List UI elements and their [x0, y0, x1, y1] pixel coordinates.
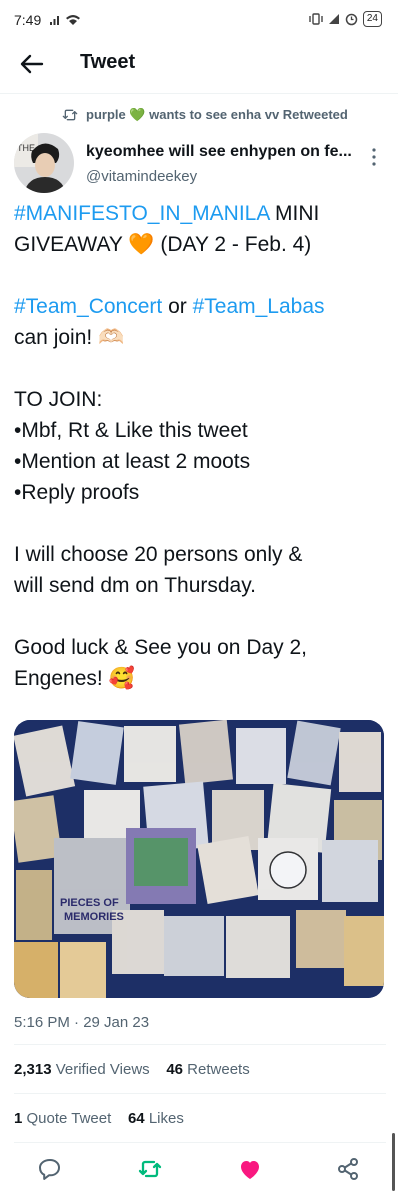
tweet-text-fragment: MINI: [269, 202, 320, 225]
battery-indicator: 24: [362, 11, 382, 27]
status-time: 7:49: [14, 12, 42, 28]
hashtag-link[interactable]: #Team_Concert: [14, 295, 162, 318]
vibrate-icon: [309, 13, 323, 25]
retweet-icon: [62, 109, 78, 121]
stats-views-retweets: 2,313 Verified Views 46 Retweets: [14, 1061, 250, 1078]
tweet-line: #MANIFESTO_IN_MANILA MINI: [14, 198, 386, 229]
signal-icon: [328, 14, 339, 24]
author-display-name[interactable]: kyeomhee will see enhypen on fe...: [86, 143, 358, 161]
tweet-text: #MANIFESTO_IN_MANILA MINI GIVEAWAY 🧡 (DA…: [14, 198, 386, 694]
hashtag-link[interactable]: #MANIFESTO_IN_MANILA: [14, 202, 269, 225]
views-label: Verified Views: [51, 1061, 150, 1078]
quotes-stat[interactable]: 1 Quote Tweet: [14, 1110, 111, 1127]
tweet-media-image[interactable]: PIECES OF MEMORIES: [14, 720, 384, 998]
tweet-text-fragment: or: [162, 295, 193, 318]
retweets-label: Retweets: [183, 1061, 250, 1078]
likes-stat[interactable]: 64 Likes: [128, 1110, 184, 1127]
tweet-line: Engenes! 🥰: [14, 667, 135, 690]
top-app-bar: Tweet: [0, 42, 398, 86]
page-title: Tweet: [80, 51, 136, 73]
divider: [14, 1044, 386, 1045]
giveaway-photo: PIECES OF MEMORIES: [14, 720, 384, 998]
tweet-line: •Mbf, Rt & Like this tweet: [14, 419, 248, 442]
header-divider: [0, 93, 398, 94]
avatar[interactable]: THE: [14, 133, 74, 193]
tweet-timestamp[interactable]: 5:16 PM · 29 Jan 23: [14, 1014, 149, 1031]
tweet-line: •Mention at least 2 moots: [14, 450, 251, 473]
retweet-context[interactable]: purple 💚 wants to see enha vv Retweeted: [62, 107, 348, 123]
divider: [14, 1093, 386, 1094]
tweet-line: Good luck & See you on Day 2,: [14, 636, 308, 659]
tweet-action-bar: [0, 1155, 398, 1185]
likes-count: 64: [127, 1110, 145, 1127]
status-bar: 7:49 24: [0, 0, 398, 42]
tweet-line: GIVEAWAY 🧡 (DAY 2 - Feb. 4): [14, 233, 312, 256]
signal-wifi-icons: [50, 15, 80, 25]
tweet-line: •Reply proofs: [14, 481, 140, 504]
stats-quotes-likes: 1 Quote Tweet 64 Likes: [14, 1110, 184, 1127]
more-icon[interactable]: [366, 145, 382, 169]
tweet-line: I will choose 20 persons only &: [14, 543, 303, 566]
retweets-count: 46: [166, 1061, 184, 1078]
status-right: 24: [309, 11, 382, 27]
retweets-stat[interactable]: 46 Retweets: [166, 1061, 249, 1078]
back-arrow-icon[interactable]: [18, 50, 46, 78]
views-count: 2,313: [14, 1061, 52, 1078]
retweet-context-text: purple 💚 wants to see enha vv Retweeted: [86, 107, 348, 122]
hashtag-link[interactable]: #Team_Labas: [193, 295, 325, 318]
tweet-line: can join! 🫶🏻: [14, 326, 125, 349]
scrollbar-thumb[interactable]: [392, 1133, 395, 1191]
tweet-line: TO JOIN:: [14, 388, 103, 411]
tweet-line: #Team_Concert or #Team_Labas: [14, 291, 386, 322]
author-handle[interactable]: @vitamindeekey: [86, 168, 197, 185]
reply-icon[interactable]: [36, 1155, 64, 1183]
retweet-icon[interactable]: [136, 1155, 164, 1183]
tweet-line: will send dm on Thursday.: [14, 574, 257, 597]
share-icon[interactable]: [334, 1155, 362, 1183]
alarm-icon: [345, 13, 358, 25]
book-title-line2: MEMORIES: [64, 911, 124, 923]
heart-icon[interactable]: [236, 1155, 264, 1183]
divider: [14, 1142, 386, 1143]
book-title-line1: PIECES OF: [60, 897, 119, 909]
quotes-label: Quote Tweet: [22, 1110, 112, 1127]
likes-label: Likes: [144, 1110, 184, 1127]
avatar-image: THE: [14, 133, 74, 193]
